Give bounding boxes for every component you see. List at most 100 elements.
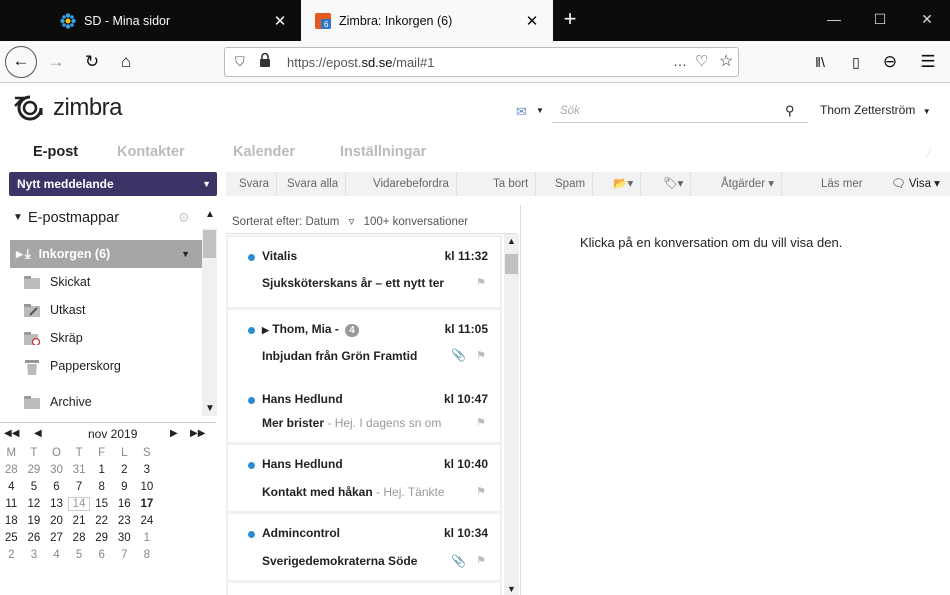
calendar-day[interactable]: 31 <box>68 464 91 476</box>
library-icon[interactable]: ‖\ <box>806 48 834 76</box>
actions-button[interactable]: Åtgärder ▾ <box>714 172 783 196</box>
mail-item[interactable] <box>228 583 500 595</box>
expand-triangle-icon[interactable]: ▶ <box>16 249 23 260</box>
calendar-day[interactable]: 30 <box>45 464 68 476</box>
calendar-day[interactable]: 8 <box>136 549 159 561</box>
mail-list-scrollbar-thumb[interactable] <box>505 254 518 274</box>
calendar-day[interactable]: 7 <box>113 549 136 561</box>
folder-junk[interactable]: Skräp <box>10 324 202 352</box>
unread-dot-icon[interactable] <box>248 462 255 469</box>
minimize-icon[interactable]: — <box>811 0 857 41</box>
prev-month-icon[interactable]: ◀ <box>34 428 42 439</box>
calendar-day[interactable]: 2 <box>0 549 23 561</box>
page-actions-icon[interactable]: … <box>673 53 687 69</box>
browser-tab-mina-sidor[interactable]: SD - Mina sidor ✕ <box>46 0 301 41</box>
browser-tab-zimbra[interactable]: 6 Zimbra: Inkorgen (6) ✕ <box>301 0 553 41</box>
calendar-day[interactable]: 24 <box>136 515 159 527</box>
folder-trash[interactable]: Papperskorg <box>10 352 202 380</box>
calendar-day[interactable]: 5 <box>23 481 46 493</box>
maximize-icon[interactable]: ☐ <box>857 0 903 41</box>
calendar-day[interactable]: 8 <box>90 481 113 493</box>
scroll-down-icon[interactable]: ▼ <box>205 403 215 414</box>
calendar-day[interactable]: 30 <box>113 532 136 544</box>
forward-button[interactable]: Vidarebefordra <box>366 172 457 196</box>
folders-header[interactable]: ▼ E-postmappar ⚙ ▲ <box>0 205 216 235</box>
close-tab-icon[interactable]: ✕ <box>521 12 543 30</box>
flag-icon[interactable]: ⚑ <box>476 276 486 289</box>
folder-archive[interactable]: Archive <box>10 388 202 416</box>
calendar-day[interactable]: 16 <box>113 498 136 510</box>
new-message-button[interactable]: Nytt meddelande ▼ <box>9 172 217 196</box>
calendar-day[interactable]: 1 <box>136 532 159 544</box>
close-tab-icon[interactable]: ✕ <box>269 12 291 30</box>
chevron-down-icon[interactable]: ▼ <box>181 249 190 259</box>
chevron-down-icon[interactable]: ▼ <box>202 172 211 196</box>
mail-item[interactable]: Admincontrol kl 10:34 Sverigedemokratern… <box>228 514 500 580</box>
calendar-day[interactable]: 6 <box>90 549 113 561</box>
flag-icon[interactable]: ⚑ <box>476 485 486 498</box>
gear-icon[interactable]: ⚙ <box>178 210 190 226</box>
unread-dot-icon[interactable] <box>248 397 255 404</box>
zimbra-logo[interactable]: zimbra <box>12 94 123 122</box>
forward-arrow-icon[interactable]: → <box>42 48 70 76</box>
calendar-day[interactable]: 4 <box>45 549 68 561</box>
sort-label[interactable]: Sorterat efter: Datum <box>232 216 339 228</box>
lock-icon[interactable] <box>259 52 271 71</box>
user-menu[interactable]: Thom Zetterström ▼ <box>820 103 931 117</box>
scroll-up-icon[interactable]: ▲ <box>205 209 215 220</box>
pane-divider[interactable] <box>520 205 521 595</box>
calendar-month[interactable]: nov 2019 <box>88 427 137 441</box>
app-tab-contacts[interactable]: Kontakter <box>117 144 185 160</box>
unread-dot-icon[interactable] <box>248 254 255 261</box>
sidebar-toggle-icon[interactable]: ▯ <box>842 48 870 76</box>
folder-drafts[interactable]: Utkast <box>10 296 202 324</box>
mail-item[interactable]: Vitalis kl 11:32 Sjuksköterskans år – et… <box>228 237 500 307</box>
calendar-day[interactable]: 21 <box>68 515 91 527</box>
calendar-day[interactable]: 4 <box>0 481 23 493</box>
calendar-day[interactable]: 5 <box>68 549 91 561</box>
calendar-day[interactable]: 2 <box>113 464 136 476</box>
calendar-day[interactable]: 18 <box>0 515 23 527</box>
calendar-day[interactable]: 22 <box>90 515 113 527</box>
read-more-button[interactable]: Läs mer <box>814 172 870 196</box>
flag-icon[interactable]: ⚑ <box>476 349 486 362</box>
reload-icon[interactable]: ↻ <box>78 48 106 76</box>
shield-icon[interactable]: ⛉ <box>235 54 245 70</box>
mail-item[interactable]: Hans Hedlund kl 10:40 Kontakt med håkan … <box>228 445 500 511</box>
calendar-day[interactable]: 11 <box>0 498 23 510</box>
calendar-day[interactable]: 15 <box>90 498 113 510</box>
unread-dot-icon[interactable] <box>248 327 255 334</box>
calendar-day[interactable]: 1 <box>90 464 113 476</box>
calendar-day[interactable]: 25 <box>0 532 23 544</box>
app-tab-settings[interactable]: Inställningar <box>340 144 426 160</box>
search-icon[interactable]: ⚲ <box>785 103 795 119</box>
mail-item[interactable]: ▶ Thom, Mia - 4 kl 11:05 Inbjudan från G… <box>228 310 500 380</box>
folder-scrollbar-thumb[interactable] <box>203 230 216 258</box>
calendar-day[interactable]: 20 <box>45 515 68 527</box>
expand-triangle-icon[interactable]: ▶ <box>262 325 269 335</box>
calendar-day[interactable]: 7 <box>68 481 91 493</box>
reply-button[interactable]: Svara <box>232 172 278 196</box>
next-month-icon[interactable]: ▶ <box>170 428 178 439</box>
sort-direction-icon[interactable]: ▿ <box>349 216 355 228</box>
calendar-day[interactable]: 28 <box>68 532 91 544</box>
calendar-day[interactable]: 17 <box>136 498 159 510</box>
move-folder-icon[interactable]: 📂▾ <box>606 172 642 196</box>
calendar-day[interactable]: 3 <box>23 549 46 561</box>
calendar-day[interactable]: 26 <box>23 532 46 544</box>
calendar-day[interactable]: 3 <box>136 464 159 476</box>
bookmark-star-icon[interactable]: ☆ <box>719 51 733 71</box>
calendar-day[interactable]: 19 <box>23 515 46 527</box>
calendar-day[interactable]: 9 <box>113 481 136 493</box>
calendar-day[interactable]: 27 <box>45 532 68 544</box>
delete-button[interactable]: Ta bort <box>486 172 537 196</box>
app-tab-calendar[interactable]: Kalender <box>233 144 295 160</box>
mail-search-scope-icon[interactable]: ✉ <box>516 104 527 120</box>
calendar-day[interactable]: 29 <box>90 532 113 544</box>
unread-dot-icon[interactable] <box>248 531 255 538</box>
scroll-up-icon[interactable]: ▲ <box>507 236 516 246</box>
prev-year-icon[interactable]: ◀◀ <box>4 428 19 439</box>
reply-all-button[interactable]: Svara alla <box>280 172 347 196</box>
mail-list-scrollbar[interactable] <box>504 234 519 595</box>
search-field[interactable]: ✉ ▼ Sök ⚲ <box>516 103 808 123</box>
